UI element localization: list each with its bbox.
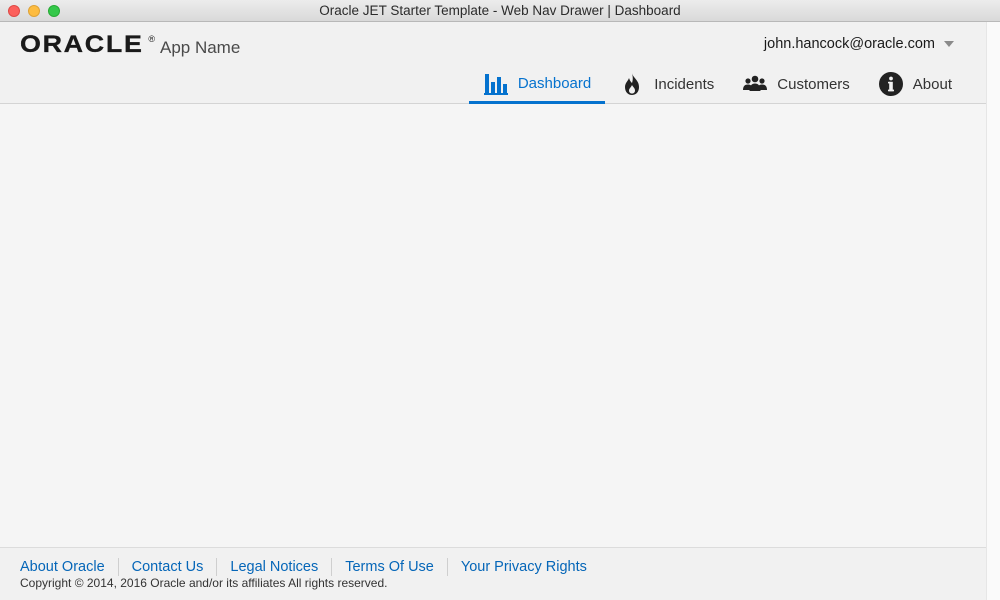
footer-link-legal-notices[interactable]: Legal Notices [216,558,331,576]
copyright-text: Copyright © 2014, 2016 Oracle and/or its… [20,576,388,590]
app-name: App Name [159,38,241,57]
app-footer: About Oracle Contact Us Legal Notices Te… [0,547,986,600]
window-titlebar: Oracle JET Starter Template - Web Nav Dr… [0,0,1000,22]
nav-item-about[interactable]: About [864,66,966,104]
info-icon [878,71,904,97]
people-icon [742,71,768,97]
nav-label-about: About [912,75,952,93]
app-window: Oracle JET Starter Template - Web Nav Dr… [0,0,1000,600]
footer-link-terms-of-use[interactable]: Terms Of Use [331,558,447,576]
user-menu-button[interactable]: john.hancock@oracle.com [764,36,954,52]
nav-item-dashboard[interactable]: Dashboard [468,66,606,104]
bar-chart-icon [483,71,509,97]
oracle-logo: ORACLE [20,31,144,58]
nav-item-customers[interactable]: Customers [728,66,864,104]
brand: ORACLE ® App Name [20,31,241,58]
window-title: Oracle JET Starter Template - Web Nav Dr… [319,3,681,18]
nav-label-incidents: Incidents [654,75,715,93]
nav-label-dashboard: Dashboard [517,75,592,92]
main-content [0,104,986,547]
footer-link-about-oracle[interactable]: About Oracle [20,558,118,576]
main-nav: Dashboard Incidents Customers About [468,66,966,104]
footer-link-contact-us[interactable]: Contact Us [117,558,217,576]
footer-link-privacy-rights[interactable]: Your Privacy Rights [446,558,600,576]
registered-mark: ® [148,34,155,44]
caret-down-icon [944,41,954,47]
fire-icon [619,71,645,97]
app-header: ORACLE ® App Name john.hancock@oracle.co… [0,22,986,104]
footer-links: About Oracle Contact Us Legal Notices Te… [20,558,600,576]
nav-label-customers: Customers [777,75,850,93]
nav-item-incidents[interactable]: Incidents [605,66,728,104]
scrollbar-track[interactable] [986,22,1000,600]
user-name: john.hancock@oracle.com [763,36,935,52]
